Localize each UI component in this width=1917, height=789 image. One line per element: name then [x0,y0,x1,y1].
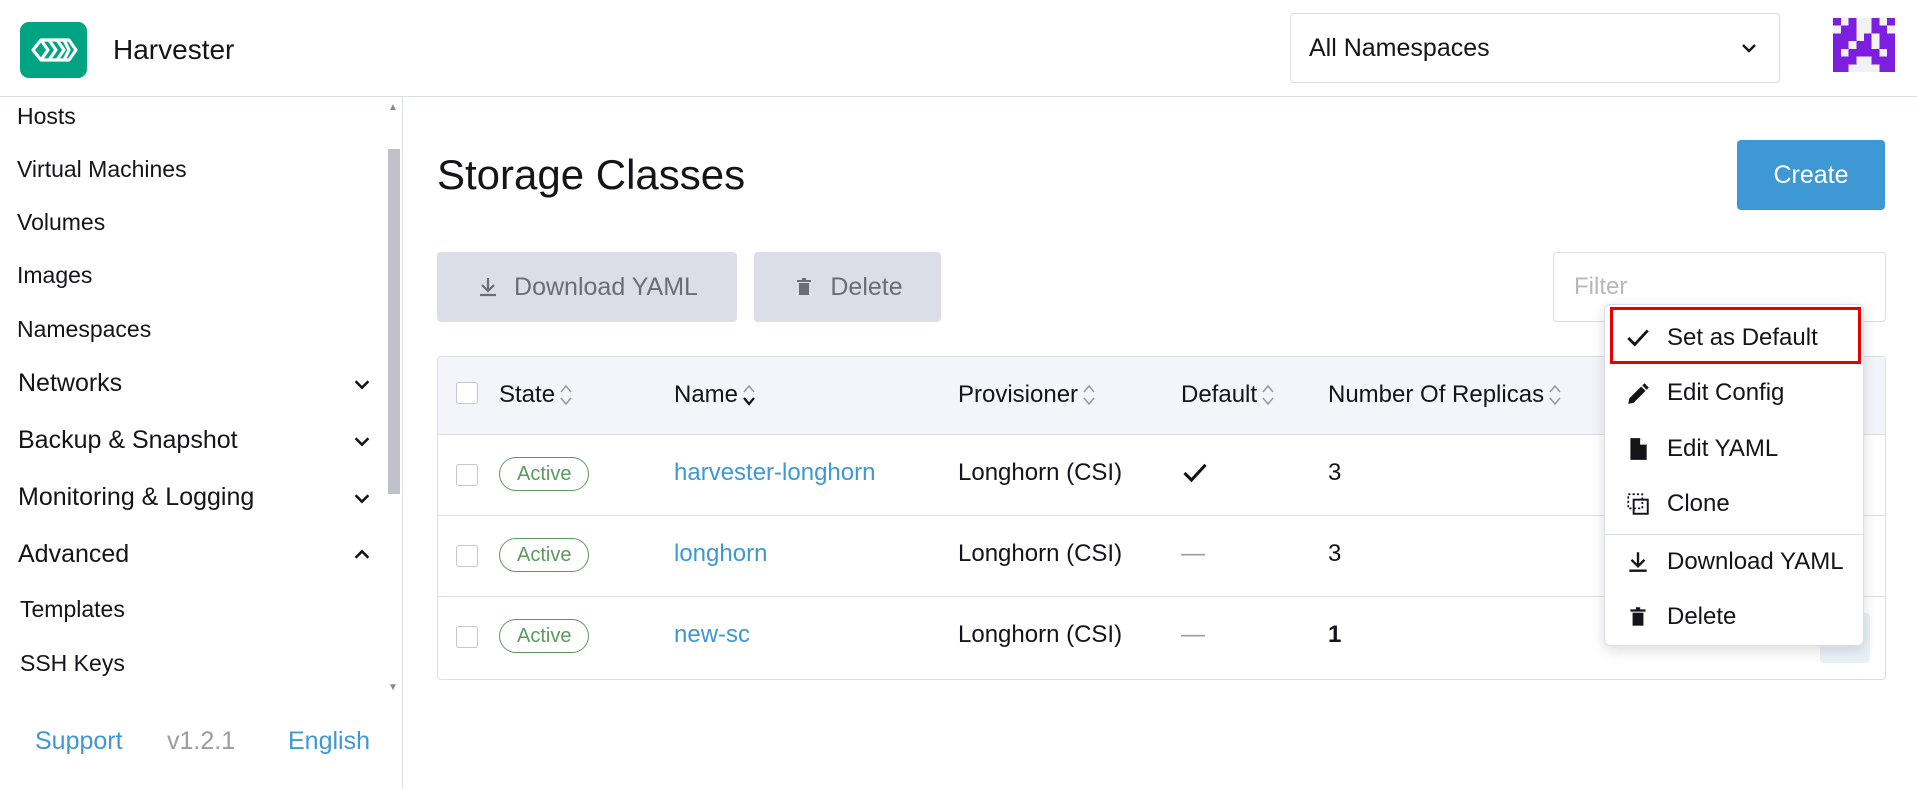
support-link[interactable]: Support [35,727,123,756]
column-header-label: Default [1181,381,1258,408]
storage-class-name-link[interactable]: new-sc [674,621,750,649]
menu-item-clone[interactable]: Clone [1605,479,1863,529]
status-badge: Active [499,619,590,653]
menu-item-label: Edit Config [1667,379,1785,406]
sidebar-scrollbar[interactable] [388,149,400,494]
chevron-down-icon [354,379,370,389]
status-badge: Active [499,538,590,572]
storage-class-name-link[interactable]: longhorn [674,540,767,568]
checkmark-icon [1183,463,1207,483]
default-cell: — [1181,540,1205,567]
sidebar-item-templates[interactable]: Templates [20,596,125,623]
menu-item-edit-yaml[interactable]: Edit YAML [1605,424,1863,474]
download-icon [480,278,497,297]
column-header-state[interactable]: State [499,381,573,409]
menu-item-label: Download YAML [1667,548,1844,575]
sort-icon [560,384,572,406]
menu-item-download-yaml[interactable]: Download YAML [1605,537,1863,587]
trash-icon [797,278,812,295]
language-selector[interactable]: English [288,727,370,756]
sidebar-nav: Hosts Virtual Machines Volumes Images Na… [0,97,400,697]
column-header-label: Name [674,381,739,408]
sidebar-item-images[interactable]: Images [17,262,92,289]
menu-divider [1605,534,1863,535]
replicas-cell: 3 [1328,459,1342,486]
chevron-up-icon [354,549,370,559]
menu-item-label: Clone [1667,490,1730,517]
clone-icon [1627,493,1649,515]
download-yaml-button[interactable]: Download YAML [437,252,737,322]
sidebar-item-ssh-keys[interactable]: SSH Keys [20,650,125,677]
menu-item-label: Delete [1667,603,1737,630]
highlight-box [1610,307,1861,364]
status-badge: Active [499,457,590,491]
trash-icon [1630,607,1646,626]
provisioner-cell: Longhorn (CSI) [958,621,1123,648]
create-button[interactable]: Create [1737,140,1885,210]
sidebar-item-volumes[interactable]: Volumes [17,209,105,236]
column-header-name[interactable]: Name [674,381,756,409]
menu-item-label: Edit YAML [1667,435,1779,462]
column-header-label: Number Of Replicas [1328,381,1545,408]
default-cell: — [1181,621,1205,648]
sidebar-footer: Support v1.2.1 English [0,717,400,767]
row-checkbox[interactable] [456,464,478,486]
menu-item-delete[interactable]: Delete [1605,592,1863,642]
sidebar-group-label: Monitoring & Logging [18,483,255,511]
sidebar-group-networks[interactable]: Networks [18,369,373,398]
page-title: Storage Classes [437,151,746,198]
download-icon [1629,552,1647,572]
sidebar-group-label: Networks [18,369,123,397]
scroll-up-arrow[interactable]: ▲ [388,103,398,113]
replicas-cell: 3 [1328,540,1342,567]
user-avatar[interactable] [1832,18,1896,72]
row-checkbox[interactable] [456,545,478,567]
top-header: Harvester All Namespaces [0,0,1917,97]
chevron-down-icon [354,436,370,446]
app-title: Harvester [113,34,235,65]
sidebar: Hosts Virtual Machines Volumes Images Na… [0,97,403,789]
column-header-label: Provisioner [958,381,1079,408]
sort-icon [743,384,755,406]
replicas-cell: 1 [1328,621,1342,648]
sidebar-item-hosts[interactable]: Hosts [17,103,76,130]
select-all-checkbox[interactable] [456,382,478,404]
sort-icon [1549,384,1561,406]
menu-item-edit-config[interactable]: Edit Config [1605,368,1863,418]
scroll-down-arrow[interactable]: ▼ [388,683,398,693]
sidebar-group-label: Backup & Snapshot [18,426,238,454]
sort-icon [1262,384,1274,406]
column-header-provisioner[interactable]: Provisioner [958,381,1096,409]
sidebar-item-namespaces[interactable]: Namespaces [17,316,151,343]
storage-class-name-link[interactable]: harvester-longhorn [674,459,875,487]
sidebar-group-advanced[interactable]: Advanced [18,540,373,569]
column-header-replicas[interactable]: Number Of Replicas [1328,381,1562,409]
provisioner-cell: Longhorn (CSI) [958,459,1123,486]
sidebar-group-backup-snapshot[interactable]: Backup & Snapshot [18,426,373,455]
pencil-icon [1628,383,1649,404]
sort-icon [1083,384,1095,406]
column-header-label: State [499,381,556,408]
column-header-default[interactable]: Default [1181,381,1275,409]
harvester-logo-icon [30,38,78,62]
chevron-down-icon [354,493,370,503]
harvester-logo[interactable] [20,22,87,78]
row-checkbox[interactable] [456,626,478,648]
delete-button[interactable]: Delete [754,252,941,322]
sidebar-group-label: Advanced [18,540,130,568]
namespace-select-value: All Namespaces [1309,33,1490,62]
sidebar-item-virtual-machines[interactable]: Virtual Machines [17,156,187,183]
chevron-down-icon [1742,44,1756,53]
provisioner-cell: Longhorn (CSI) [958,540,1123,567]
namespace-select[interactable]: All Namespaces [1290,13,1780,83]
version-label: v1.2.1 [167,727,236,755]
download-yaml-label: Download YAML [514,272,698,301]
sidebar-group-monitoring-logging[interactable]: Monitoring & Logging [18,483,373,512]
file-icon [1630,438,1647,460]
delete-label: Delete [830,272,903,301]
